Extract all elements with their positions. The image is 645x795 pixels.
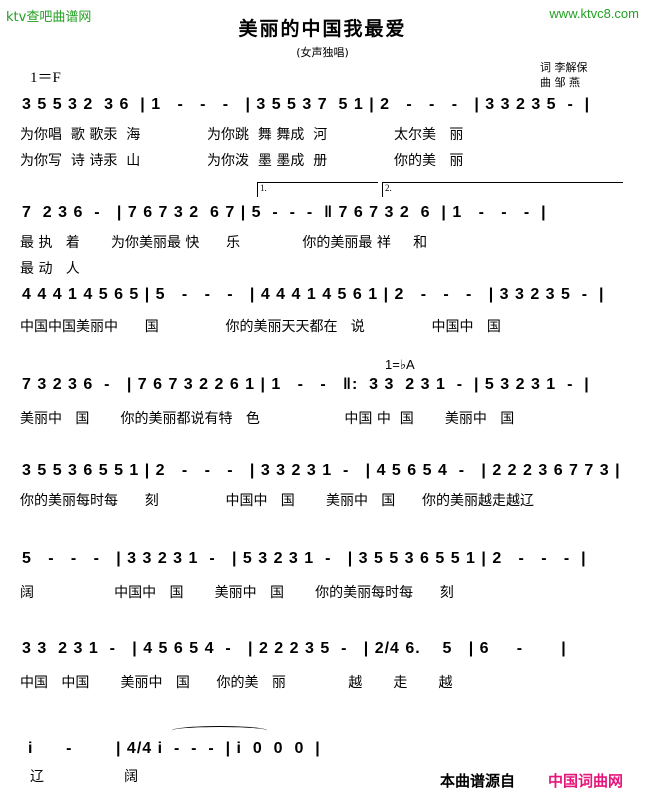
- notes: 7 2 3 6 - | 7 6 7 3 2 6 7 | 5 - - - ‖ 7 …: [22, 204, 547, 221]
- notes: 7 3 2 3 6 - | 7 6 7 3 2 2 6 1 | 1 - - ‖:…: [22, 376, 590, 393]
- composer: 曲 邹 燕: [540, 76, 580, 89]
- tie-slur: [172, 726, 267, 735]
- credits: 词 李解保 曲 邹 燕: [540, 60, 588, 90]
- notes: 4 4 4 1 4 5 6 5 | 5 - - - | 4 4 4 1 4 5 …: [22, 286, 605, 303]
- song-subtitle: (女声独唱): [296, 46, 349, 59]
- key-signature: 1＝F: [30, 70, 61, 86]
- lyrics-verse-1: 为你唱 歌 歌汞 海 为你跳 舞 舞成 河 太尔美 丽: [20, 127, 464, 143]
- lyrics-verse-2: 为你写 诗 诗汞 山 为你泼 墨 墨成 册 你的美 丽: [20, 153, 464, 169]
- lyrics-verse-1: 中国中国美丽中 国 你的美丽天天都在 说 中国中 国: [20, 319, 501, 335]
- lyrics-verse-1: 辽 阔: [30, 769, 139, 785]
- volta-1: 1.: [257, 182, 378, 197]
- lyricist: 词 李解保: [540, 61, 588, 74]
- lyrics-verse-1: 你的美丽每时每 刻 中国中 国 美丽中 国 你的美丽越走越辽: [20, 493, 535, 509]
- lyrics-verse-1: 中国 中国 美丽中 国 你的美 丽 越 走 越: [20, 675, 453, 691]
- notes: i - | 4/4 i - - - | i 0 0 0 |: [28, 740, 321, 757]
- source-site-link[interactable]: 中国词曲网: [548, 770, 623, 791]
- notes: 3 3 2 3 1 - | 4 5 6 5 4 - | 2 2 2 3 5 - …: [22, 640, 567, 657]
- notes: 5 - - - | 3 3 2 3 1 - | 5 3 2 3 1 - | 3 …: [22, 550, 587, 567]
- notes: 3 5 5 3 2 3 6 | 1 - - - | 3 5 5 3 7 5 1 …: [22, 96, 591, 113]
- notes: 3 5 5 3 6 5 5 1 | 2 - - - | 3 3 2 3 1 - …: [22, 462, 621, 479]
- lyrics-verse-1: 最 执 着 为你美丽最 快 乐 你的美丽最 祥 和: [20, 235, 428, 251]
- lyrics-verse-2: 最 动 人: [20, 261, 80, 277]
- source-label: 本曲谱源自: [440, 772, 516, 790]
- volta-2: 2.: [382, 182, 623, 197]
- lyrics-verse-1: 阔 中国中 国 美丽中 国 你的美丽每时每 刻: [20, 585, 454, 601]
- key-change: 1=♭A: [385, 357, 415, 372]
- lyrics-verse-1: 美丽中 国 你的美丽都说有特 色 中国 中 国 美丽中 国: [20, 411, 515, 427]
- song-title: 美丽的中国我最爱: [238, 18, 407, 40]
